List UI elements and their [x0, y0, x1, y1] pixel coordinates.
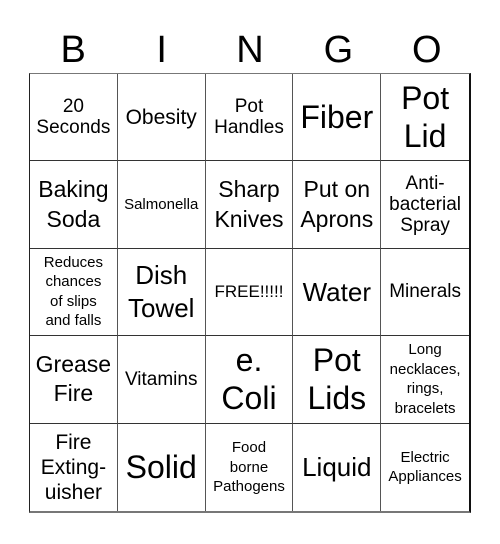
bingo-grid: 20 Seconds Obesity Pot Handles Fiber Pot Li…: [29, 73, 471, 513]
header-letter-i: I: [156, 29, 167, 71]
bingo-cell-text: Salmonella: [124, 195, 199, 213]
bingo-cell-text: Pot Lid: [401, 79, 450, 155]
bingo-cell[interactable]: Vitamins: [117, 336, 206, 424]
header-letter-b: B: [60, 29, 86, 71]
bingo-cell[interactable]: Reduces chances of slips and falls: [30, 248, 118, 337]
bingo-cell-text: Minerals: [389, 281, 461, 303]
bingo-cell-text: Liquid: [302, 452, 372, 483]
bingo-cell[interactable]: Solid: [118, 423, 206, 511]
bingo-cell-text: Obesity: [125, 105, 197, 129]
bingo-cell[interactable]: Food borne Pathogens: [206, 423, 294, 511]
header-letter-o: O: [412, 29, 442, 71]
bingo-cell-text: Vitamins: [124, 368, 198, 390]
bingo-cell[interactable]: Liquid: [293, 423, 382, 511]
bingo-cell-text: Fire Exting-uisher: [40, 430, 107, 504]
bingo-cell-text: Dish Towel: [127, 260, 195, 323]
bingo-cell-text: Put on Aprons: [300, 175, 374, 232]
bingo-cell[interactable]: Salmonella: [117, 161, 206, 249]
bingo-cell[interactable]: Baking Soda: [30, 161, 118, 249]
bingo-cell[interactable]: Put on Aprons: [293, 161, 382, 249]
bingo-cell-text: Grease Fire: [35, 350, 112, 407]
header-letter-g: G: [323, 29, 354, 71]
bingo-cell-text: Anti-bacterial Spray: [389, 172, 461, 237]
bingo-cell-text: Pot Handles: [214, 95, 284, 139]
bingo-cell[interactable]: e. Coli: [205, 336, 294, 424]
bingo-cell-text: Water: [302, 276, 371, 307]
bingo-cell[interactable]: Sharp Knives: [205, 161, 294, 249]
header-letter-n: N: [236, 29, 264, 71]
bingo-cell-text: FREE!!!!!: [214, 282, 284, 302]
bingo-cell-text: Electric Appliances: [388, 448, 462, 486]
bingo-header: B I N G O: [29, 28, 471, 72]
bingo-cell-text: Food borne Pathogens: [213, 439, 285, 496]
bingo-cell[interactable]: Pot Lids: [293, 336, 382, 424]
bingo-cell-text: Fiber: [300, 99, 374, 135]
bingo-cell-text: Baking Soda: [38, 175, 109, 232]
bingo-cell[interactable]: Electric Appliances: [381, 424, 469, 511]
bingo-cell-text: Pot Lids: [307, 342, 367, 417]
bingo-cell[interactable]: Fire Exting-uisher: [30, 423, 118, 511]
bingo-cell[interactable]: Anti-bacterial Spray: [381, 161, 469, 249]
bingo-cell[interactable]: Obesity: [117, 74, 206, 162]
bingo-cell-text: Reduces chances of slips and falls: [43, 253, 103, 330]
bingo-cell[interactable]: Dish Towel: [117, 248, 206, 337]
bingo-cell[interactable]: Long necklaces, rings, bracelets: [381, 336, 469, 424]
bingo-cell[interactable]: Minerals: [381, 249, 469, 337]
bingo-cell-text: e. Coli: [221, 342, 277, 417]
free-space[interactable]: FREE!!!!!: [205, 248, 294, 337]
bingo-cell[interactable]: Grease Fire: [30, 336, 118, 424]
bingo-cell[interactable]: Pot Handles: [205, 74, 294, 162]
bingo-cell-text: Solid: [125, 449, 197, 486]
bingo-cell[interactable]: Fiber: [293, 74, 382, 162]
bingo-cell[interactable]: Pot Lid: [381, 74, 469, 162]
bingo-cell[interactable]: Water: [293, 248, 382, 337]
bingo-cell-text: Long necklaces, rings, bracelets: [389, 341, 461, 417]
bingo-cell-text: 20 Seconds: [36, 95, 111, 139]
bingo-cell-text: Sharp Knives: [214, 175, 284, 232]
bingo-cell[interactable]: 20 Seconds: [30, 74, 118, 162]
